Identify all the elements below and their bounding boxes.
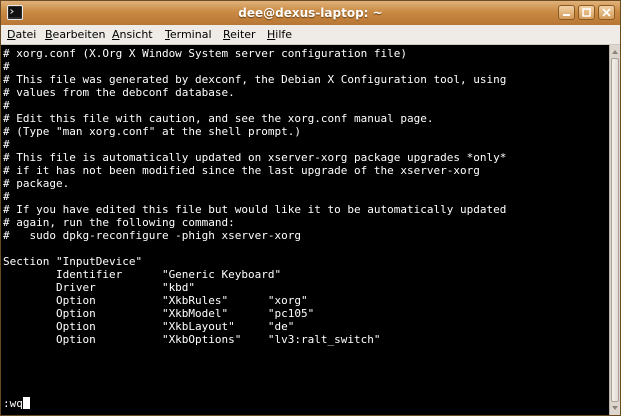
- minimize-button[interactable]: [558, 5, 575, 20]
- menu-datei[interactable]: Datei: [7, 27, 36, 42]
- close-icon: [602, 8, 611, 17]
- terminal-line: # if it has not been modified since the …: [3, 164, 480, 177]
- terminal-line: Option "XkbModel" "pc105": [3, 307, 315, 320]
- terminal-line: # (Type "man xorg.conf" at the shell pro…: [3, 125, 302, 138]
- minimize-icon: [563, 14, 570, 16]
- terminal-line: # xorg.conf (X.Org X Window System serve…: [3, 47, 407, 60]
- terminal-line: # If you have edited this file but would…: [3, 203, 507, 216]
- menu-reiter[interactable]: Reiter: [223, 27, 256, 42]
- terminal-line: # This file is automatically updated on …: [3, 151, 507, 164]
- terminal-line: #: [3, 60, 10, 73]
- text-cursor: [22, 397, 30, 409]
- scroll-down-icon[interactable]: [610, 402, 620, 414]
- terminal-window: dee@dexus-laptop: ~ Datei Bearbeiten Ans…: [0, 0, 621, 416]
- menu-bar: Datei Bearbeiten Ansicht Terminal Reiter…: [1, 25, 620, 45]
- menu-terminal[interactable]: Terminal: [165, 27, 212, 42]
- terminal-line: # sudo dpkg-reconfigure -phigh xserver-x…: [3, 229, 302, 242]
- scrollbar[interactable]: [609, 45, 620, 415]
- menu-hilfe[interactable]: Hilfe: [267, 27, 292, 42]
- menu-bearbeiten[interactable]: Bearbeiten: [45, 27, 105, 42]
- menu-ansicht[interactable]: Ansicht: [112, 27, 153, 42]
- terminal-line: Option "XkbOptions" "lv3:ralt_switch": [3, 333, 381, 346]
- terminal-line: # package.: [3, 177, 70, 190]
- scroll-up-icon[interactable]: [610, 46, 620, 58]
- maximize-button[interactable]: [578, 5, 595, 20]
- terminal-line: Driver "kbd": [3, 281, 196, 294]
- terminal-line: Section "InputDevice": [3, 255, 143, 268]
- terminal-line: Option "XkbRules" "xorg": [3, 294, 308, 307]
- window-title: dee@dexus-laptop: ~: [238, 6, 383, 20]
- scrollbar-thumb[interactable]: [611, 58, 619, 402]
- title-bar[interactable]: dee@dexus-laptop: ~: [1, 1, 620, 25]
- terminal-line: Option "XkbLayout" "de": [3, 320, 295, 333]
- vim-command-line[interactable]: :wq: [3, 397, 30, 410]
- terminal-line: # values from the debconf database.: [3, 86, 235, 99]
- terminal-line: # again, run the following command:: [3, 216, 235, 229]
- terminal-output[interactable]: # xorg.conf (X.Org X Window System serve…: [1, 45, 609, 415]
- terminal-line: # This file was generated by dexconf, th…: [3, 73, 507, 86]
- terminal-line: Identifier "Generic Keyboard": [3, 268, 282, 281]
- vim-command: :wq: [3, 397, 23, 410]
- terminal-line: # Edit this file with caution, and see t…: [3, 112, 434, 125]
- terminal-line: #: [3, 190, 10, 203]
- terminal-line: #: [3, 99, 10, 112]
- maximize-icon: [582, 8, 591, 17]
- terminal-line: #: [3, 138, 10, 151]
- close-button[interactable]: [598, 5, 615, 20]
